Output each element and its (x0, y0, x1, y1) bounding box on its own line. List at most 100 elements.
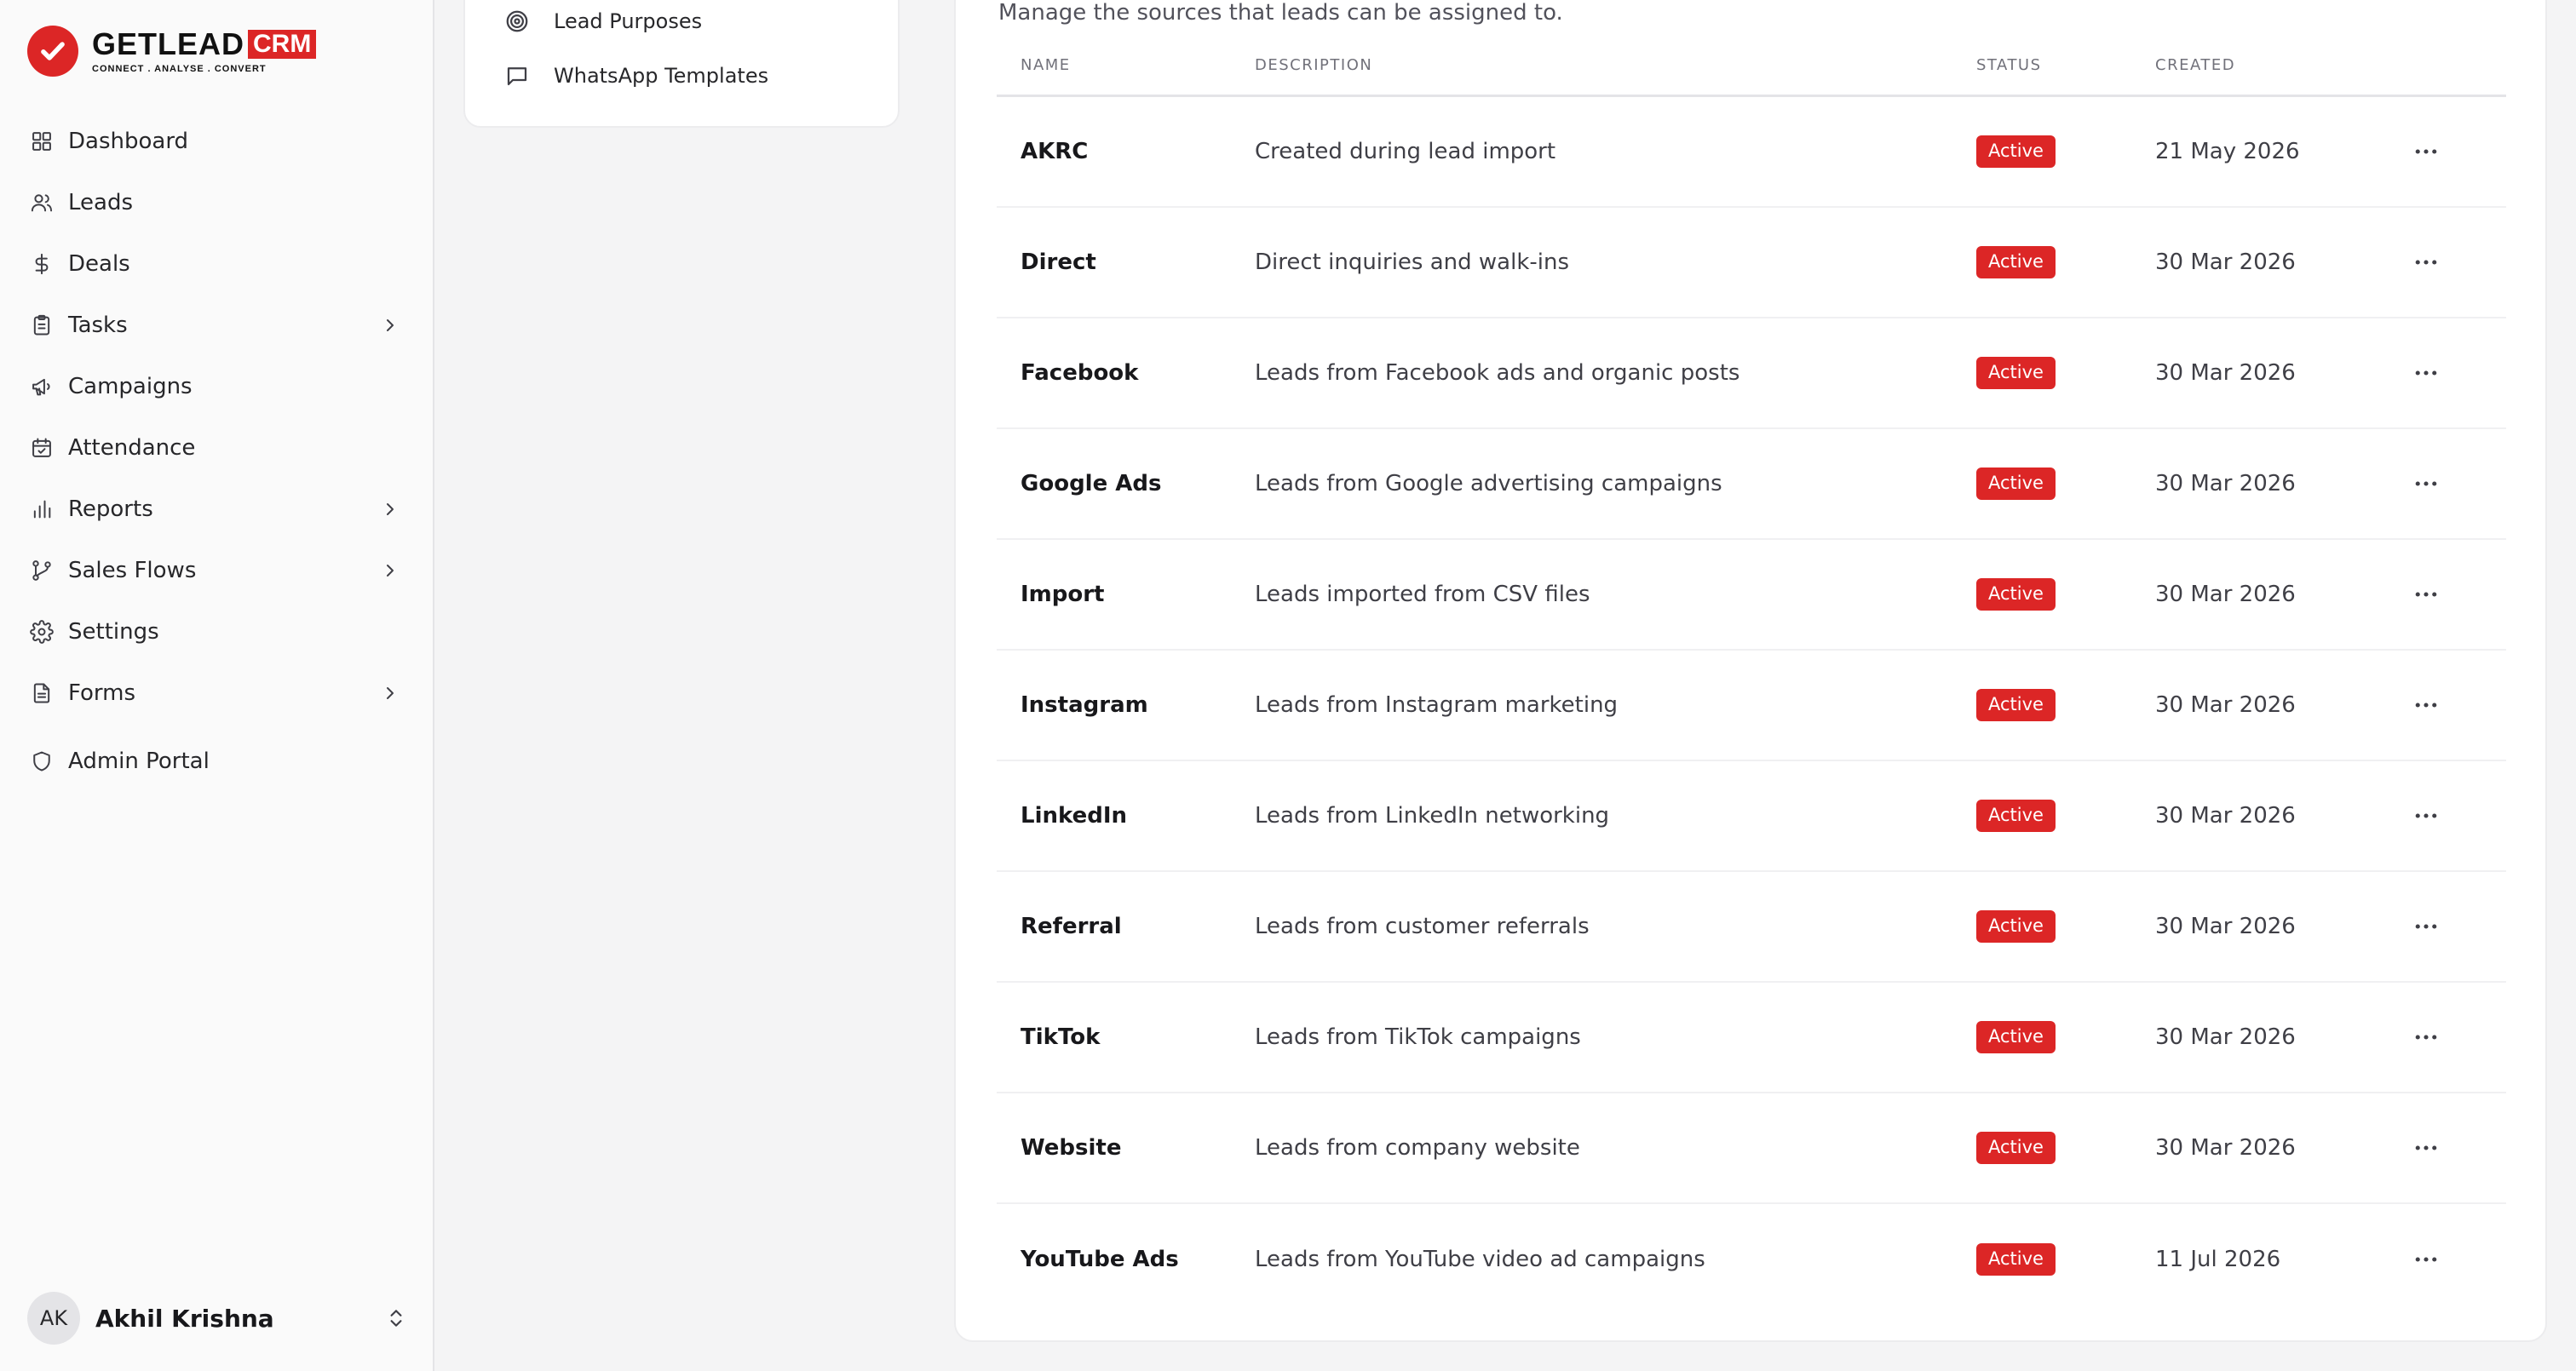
created-date: 30 Mar 2026 (2155, 250, 2296, 275)
source-description: Leads from customer referrals (1255, 914, 1590, 939)
subnav-label: WhatsApp Templates (554, 64, 769, 88)
clipboard-icon (29, 313, 55, 338)
subnav-item-lead-purposes[interactable]: Lead Purposes (504, 9, 702, 34)
brand-text: GETLEAD CRM CONNECT . ANALYSE . CONVERT (92, 26, 317, 74)
source-name: Website (1021, 1135, 1122, 1161)
more-horizontal-icon[interactable] (2411, 468, 2441, 499)
column-header-description[interactable]: Description (1255, 56, 1976, 74)
more-horizontal-icon[interactable] (2411, 800, 2441, 831)
created-date: 30 Mar 2026 (2155, 1135, 2296, 1161)
column-header-created[interactable]: Created (2155, 56, 2411, 74)
sidebar-nav: Dashboard Leads Deals Tasks Campaigns Attenda… (0, 111, 434, 792)
source-description: Leads from LinkedIn networking (1255, 803, 1610, 829)
sidebar-item-label: Sales Flows (68, 558, 197, 583)
more-horizontal-icon[interactable] (2411, 136, 2441, 167)
created-date: 30 Mar 2026 (2155, 471, 2296, 496)
status-badge: Active (1976, 1021, 2056, 1053)
more-horizontal-icon[interactable] (2411, 911, 2441, 942)
document-icon (29, 680, 55, 706)
sidebar: GETLEAD CRM CONNECT . ANALYSE . CONVERT … (0, 0, 434, 1371)
brand-logo[interactable]: GETLEAD CRM CONNECT . ANALYSE . CONVERT (27, 26, 317, 77)
table-row[interactable]: Import Leads imported from CSV files Activ… (997, 540, 2506, 651)
table-row[interactable]: Referral Leads from customer referrals Act… (997, 872, 2506, 983)
created-date: 11 Jul 2026 (2155, 1247, 2281, 1272)
source-description: Leads from Google advertising campaigns (1255, 471, 1722, 496)
table-row[interactable]: Direct Direct inquiries and walk-ins Activ… (997, 208, 2506, 318)
status-badge: Active (1976, 800, 2056, 832)
status-badge: Active (1976, 578, 2056, 611)
sidebar-item-label: Attendance (68, 435, 196, 461)
source-name: LinkedIn (1021, 803, 1128, 829)
table-row[interactable]: Website Leads from company website Active 3… (997, 1093, 2506, 1204)
brand-tagline: CONNECT . ANALYSE . CONVERT (92, 63, 267, 74)
subnav-label: Lead Purposes (554, 9, 703, 33)
source-name: Import (1021, 582, 1105, 607)
sidebar-item-campaigns[interactable]: Campaigns (0, 356, 434, 417)
table-row[interactable]: AKRC Created during lead import Active 21 M… (997, 97, 2506, 208)
chevron-right-icon (387, 503, 394, 515)
sidebar-item-tasks[interactable]: Tasks (0, 295, 434, 356)
lead-sources-card: Manage the sources that leads can be ass… (954, 0, 2547, 1342)
sidebar-item-label: Campaigns (68, 374, 193, 399)
sidebar-item-deals[interactable]: Deals (0, 233, 434, 295)
table-row[interactable]: LinkedIn Leads from LinkedIn networking Ac… (997, 761, 2506, 872)
table-row[interactable]: Facebook Leads from Facebook ads and orga… (997, 318, 2506, 429)
calendar-check-icon (29, 435, 55, 461)
more-horizontal-icon[interactable] (2411, 1022, 2441, 1053)
more-horizontal-icon[interactable] (2411, 690, 2441, 720)
source-description: Leads from Instagram marketing (1255, 692, 1619, 718)
message-square-icon (507, 67, 527, 86)
status-badge: Active (1976, 357, 2056, 389)
table-row[interactable]: Google Ads Leads from Google advertising … (997, 429, 2506, 540)
sidebar-item-forms[interactable]: Forms (0, 663, 434, 724)
sidebar-item-sales-flows[interactable]: Sales Flows (0, 540, 434, 601)
status-badge: Active (1976, 910, 2056, 943)
brand-name: GETLEAD (92, 26, 245, 61)
sidebar-item-label: Forms (68, 680, 136, 706)
sidebar-item-dashboard[interactable]: Dashboard (0, 111, 434, 172)
source-name: YouTube Ads (1021, 1247, 1179, 1272)
sidebar-item-label: Leads (68, 190, 134, 215)
sidebar-item-reports[interactable]: Reports (0, 479, 434, 540)
git-branch-icon (29, 558, 55, 583)
users-icon (29, 190, 55, 215)
column-header-name[interactable]: Name (997, 56, 1255, 74)
table-row[interactable]: TikTok Leads from TikTok campaigns Active 3… (997, 983, 2506, 1093)
megaphone-icon (29, 374, 55, 399)
source-name: Direct (1021, 250, 1096, 275)
user-menu[interactable]: AK Akhil Krishna (27, 1291, 407, 1345)
table-row[interactable]: YouTube Ads Leads from YouTube video ad c… (997, 1204, 2506, 1315)
gear-icon (29, 619, 55, 645)
sidebar-item-settings[interactable]: Settings (0, 601, 434, 663)
created-date: 30 Mar 2026 (2155, 803, 2296, 829)
more-horizontal-icon[interactable] (2411, 247, 2441, 278)
table-body: AKRC Created during lead import Active 21 M… (997, 97, 2506, 1315)
subnav-item-whatsapp-templates[interactable]: WhatsApp Templates (504, 63, 768, 89)
status-badge: Active (1976, 135, 2056, 168)
created-date: 30 Mar 2026 (2155, 692, 2296, 718)
status-badge: Active (1976, 468, 2056, 500)
target-icon (506, 10, 528, 32)
sidebar-item-leads[interactable]: Leads (0, 172, 434, 233)
created-date: 30 Mar 2026 (2155, 360, 2296, 386)
shield-icon (29, 749, 55, 774)
more-horizontal-icon[interactable] (2411, 579, 2441, 610)
sidebar-item-admin-portal[interactable]: Admin Portal (0, 731, 434, 792)
more-horizontal-icon[interactable] (2411, 1244, 2441, 1275)
source-name: Instagram (1021, 692, 1148, 718)
source-name: Referral (1021, 914, 1122, 939)
bar-chart-icon (29, 496, 55, 522)
sidebar-item-label: Reports (68, 496, 153, 522)
more-horizontal-icon[interactable] (2411, 358, 2441, 388)
chevrons-up-down-icon[interactable] (385, 1307, 407, 1329)
status-badge: Active (1976, 689, 2056, 721)
source-description: Direct inquiries and walk-ins (1255, 250, 1570, 275)
source-description: Leads imported from CSV files (1255, 582, 1590, 607)
sidebar-item-attendance[interactable]: Attendance (0, 417, 434, 479)
more-horizontal-icon[interactable] (2411, 1133, 2441, 1163)
column-header-status[interactable]: Status (1976, 56, 2155, 74)
table-row[interactable]: Instagram Leads from Instagram marketing A… (997, 651, 2506, 761)
user-name: Akhil Krishna (95, 1304, 274, 1333)
created-date: 30 Mar 2026 (2155, 1024, 2296, 1050)
created-date: 30 Mar 2026 (2155, 582, 2296, 607)
